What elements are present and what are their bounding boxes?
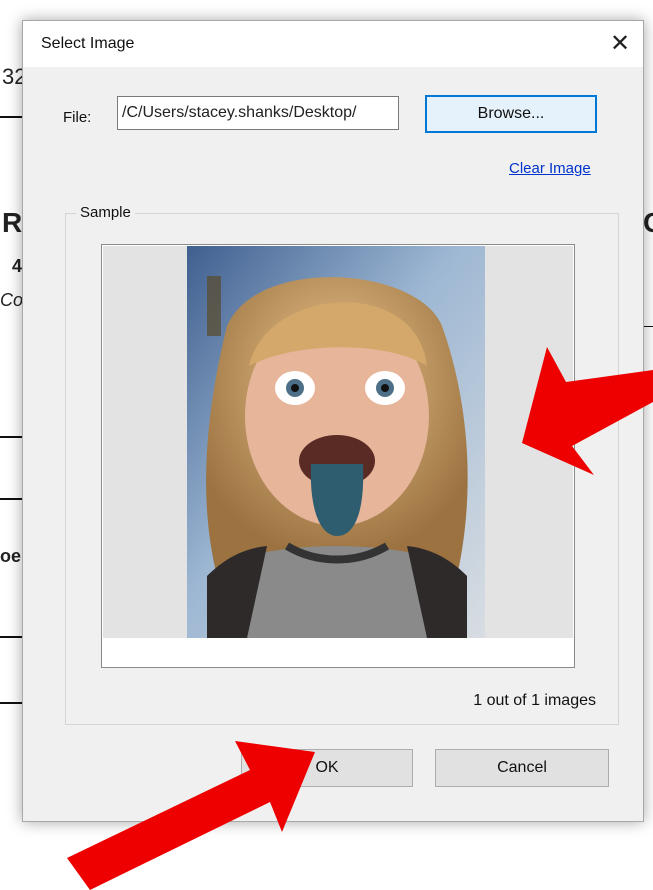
sample-photo — [187, 246, 485, 638]
bg-rule — [0, 498, 24, 500]
browse-button[interactable]: Browse... — [425, 95, 597, 133]
bg-rule — [643, 326, 653, 327]
file-path-input[interactable] — [117, 96, 399, 130]
sample-group: Sample 1 out of 1 images — [65, 204, 619, 725]
bg-fragment: R — [2, 207, 23, 238]
close-button[interactable]: ✕ — [597, 21, 643, 65]
sample-label: Sample — [76, 204, 135, 221]
cancel-button[interactable]: Cancel — [435, 749, 609, 787]
file-label: File: — [63, 109, 92, 126]
child-photo-illustration — [187, 246, 485, 638]
bg-rule — [0, 436, 24, 438]
ok-button[interactable]: OK — [241, 749, 413, 787]
bg-rule — [0, 702, 24, 704]
select-image-dialog: Select Image ✕ File: Browse... Clear Ima… — [22, 20, 644, 822]
close-icon: ✕ — [609, 29, 631, 57]
image-count: 1 out of 1 images — [473, 692, 596, 709]
dialog-titlebar: Select Image ✕ — [23, 21, 643, 67]
bg-rule — [0, 116, 24, 118]
bg-fragment: Co — [0, 290, 24, 310]
bg-fragment: oe — [0, 546, 22, 566]
dialog-title: Select Image — [41, 35, 135, 52]
bg-rule — [0, 636, 24, 638]
preview-background — [103, 246, 573, 638]
bg-fragment: 4 — [12, 256, 23, 276]
clear-image-link[interactable]: Clear Image — [509, 160, 591, 177]
image-preview — [101, 244, 575, 668]
bg-fragment: C — [643, 207, 653, 239]
